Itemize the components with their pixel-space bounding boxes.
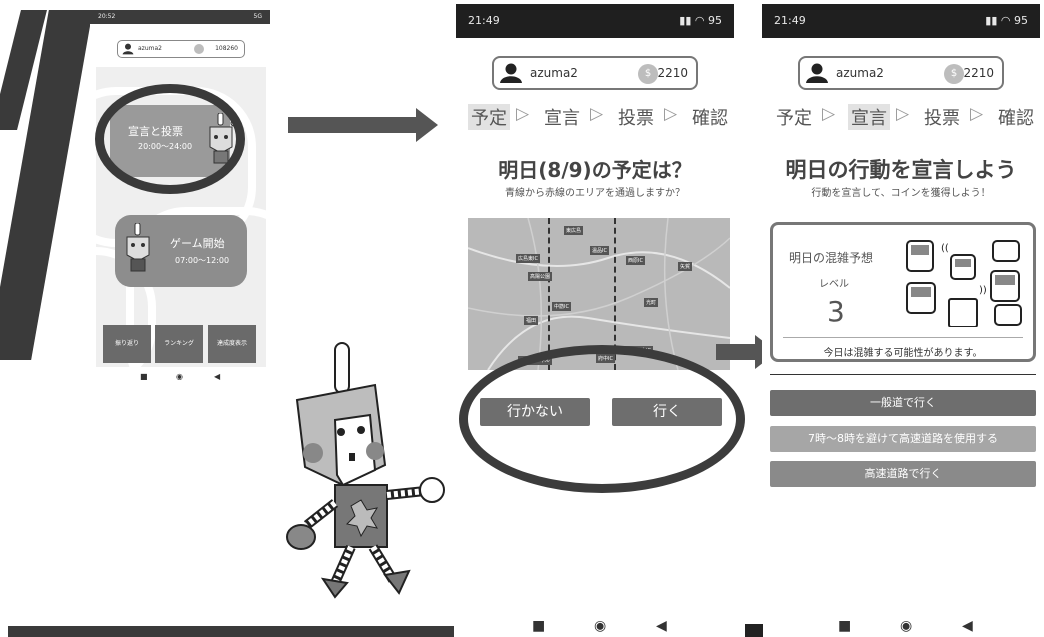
page-subtitle: 青線から赤線のエリアを通過しますか？ — [505, 188, 685, 199]
traffic-jam-icon: (( )) — [906, 240, 1022, 327]
status-network: 5G — [253, 13, 262, 20]
nav-recent-button[interactable]: ■ — [140, 372, 148, 381]
page-title: 明日(8/9)の予定は？ — [498, 158, 692, 182]
forecast-title: 明日の混雑予想 — [789, 251, 874, 265]
page-title: 明日の行動を宣言しよう — [785, 158, 1017, 182]
username: azuma2 — [530, 66, 578, 80]
bottom-bar — [8, 626, 454, 637]
map-label: 温品IC — [590, 246, 609, 255]
status-bar: 20:52 5G — [90, 10, 270, 24]
forecast-level-label: レベル — [819, 279, 849, 290]
step-arrow-icon: ▷ — [822, 104, 836, 124]
status-time: 20:52 — [98, 13, 116, 20]
highlight-ellipse — [95, 84, 245, 194]
nav-recent-button[interactable]: ■ — [838, 618, 851, 634]
option-general-road-button[interactable]: 一般道で行く — [770, 390, 1036, 416]
map-label: 高陽公園 — [528, 272, 553, 281]
coin-balance: 2210 — [963, 66, 994, 80]
user-icon — [500, 63, 522, 83]
map-label: 東広島 — [564, 226, 584, 235]
step-confirm: 確認 — [692, 108, 728, 129]
map-label: 光町 — [644, 298, 659, 307]
coin-icon: $ — [944, 64, 964, 84]
user-info-box: azuma2 $ 2210 — [492, 56, 698, 90]
map-label: 西原IC — [626, 256, 645, 265]
status-bar: 21:49 ▮▮ ◠ 95 — [762, 4, 1040, 38]
step-declare: 宣言 — [544, 108, 580, 129]
phone-declare-screen: 21:49 ▮▮ ◠ 95 azuma2 $ 2210 予定 ▷ 宣言 ▷ 投票… — [762, 4, 1042, 634]
not-go-button[interactable]: 行かない — [480, 398, 590, 426]
map-label: 広島東IC — [516, 254, 540, 263]
coin-balance: 108260 — [215, 45, 238, 52]
svg-text:)): )) — [979, 285, 987, 296]
progress-steps: 予定 ▷ 宣言 ▷ 投票 ▷ 確認 — [772, 104, 1042, 130]
step-arrow-icon: ▷ — [664, 104, 678, 124]
tab-ranking[interactable]: ランキング — [155, 325, 203, 363]
divider — [770, 374, 1036, 375]
nav-recent-button[interactable]: ■ — [532, 618, 545, 634]
option-expressway-button[interactable]: 高速道路で行く — [770, 461, 1036, 487]
phone-schedule-screen: 21:49 ▮▮ ◠ 95 azuma2 $ 2210 予定 ▷ 宣言 ▷ 投票… — [456, 4, 745, 634]
step-vote: 投票 — [618, 108, 654, 129]
page-subtitle: 行動を宣言して、コインを獲得しよう！ — [811, 188, 991, 199]
game-start-button[interactable]: ゲーム開始 07:00〜12:00 — [115, 215, 247, 287]
phone-home-screen: 20:52 5G azuma2 108260 宣言と投票 20:00〜24:00 — [90, 10, 270, 390]
game-start-title: ゲーム開始 — [170, 237, 225, 250]
user-info-box: azuma2 $ 2210 — [798, 56, 1004, 90]
nav-home-button[interactable]: ◉ — [594, 618, 606, 634]
user-info-box: azuma2 108260 — [117, 40, 245, 58]
step-arrow-icon: ▷ — [896, 104, 910, 124]
flow-arrow — [288, 117, 418, 133]
status-bar: 21:49 ▮▮ ◠ 95 — [456, 4, 734, 38]
flow-arrow-head — [416, 108, 438, 142]
status-icons: ▮▮ ◠ 95 — [679, 14, 722, 27]
username: azuma2 — [138, 45, 162, 52]
map-label: 中筋IC — [552, 302, 571, 311]
flow-arrow — [716, 344, 756, 360]
svg-text:((: (( — [941, 243, 949, 254]
nav-back-button[interactable]: ◀ — [962, 618, 973, 634]
step-confirm: 確認 — [998, 108, 1034, 129]
go-button[interactable]: 行く — [612, 398, 722, 426]
tab-achievement[interactable]: 達成度表示 — [208, 325, 256, 363]
step-arrow-icon: ▷ — [590, 104, 604, 124]
step-vote: 投票 — [924, 108, 960, 129]
nav-back-button[interactable]: ◀ — [656, 618, 667, 634]
step-schedule: 予定 — [776, 108, 812, 129]
username: azuma2 — [836, 66, 884, 80]
map-label: 福田 — [524, 316, 539, 325]
forecast-message: 今日は混雑する可能性があります。 — [783, 337, 1023, 359]
option-avoid-7-8-button[interactable]: 7時〜8時を避けて高速道路を使用する — [770, 426, 1036, 452]
tab-review[interactable]: 振り返り — [103, 325, 151, 363]
nav-square-mark — [745, 624, 763, 637]
status-time: 21:49 — [468, 14, 500, 27]
congestion-forecast-card: 明日の混雑予想 レベル 3 (( )) 今日は混雑する可能性があります。 — [770, 222, 1036, 362]
coin-balance: 2210 — [657, 66, 688, 80]
coin-icon: $ — [638, 64, 658, 84]
status-time: 21:49 — [774, 14, 806, 27]
status-icons: ▮▮ ◠ 95 — [985, 14, 1028, 27]
mascot-illustration — [286, 342, 445, 599]
coin-icon — [194, 44, 204, 54]
step-arrow-icon: ▷ — [970, 104, 984, 124]
nav-back-button[interactable]: ◀ — [214, 372, 220, 381]
step-declare: 宣言 — [848, 104, 890, 130]
blue-line — [548, 218, 550, 370]
map-label: 矢賀 — [678, 262, 693, 271]
game-start-time: 07:00〜12:00 — [175, 256, 230, 265]
user-icon — [806, 63, 828, 83]
step-schedule: 予定 — [468, 104, 510, 130]
step-arrow-icon: ▷ — [516, 104, 530, 124]
user-icon — [122, 43, 134, 55]
mascot-icon — [126, 223, 150, 272]
forecast-level-value: 3 — [827, 295, 845, 328]
nav-home-button[interactable]: ◉ — [900, 618, 912, 634]
nav-home-button[interactable]: ◉ — [176, 372, 183, 381]
progress-steps: 予定 ▷ 宣言 ▷ 投票 ▷ 確認 — [466, 104, 736, 130]
